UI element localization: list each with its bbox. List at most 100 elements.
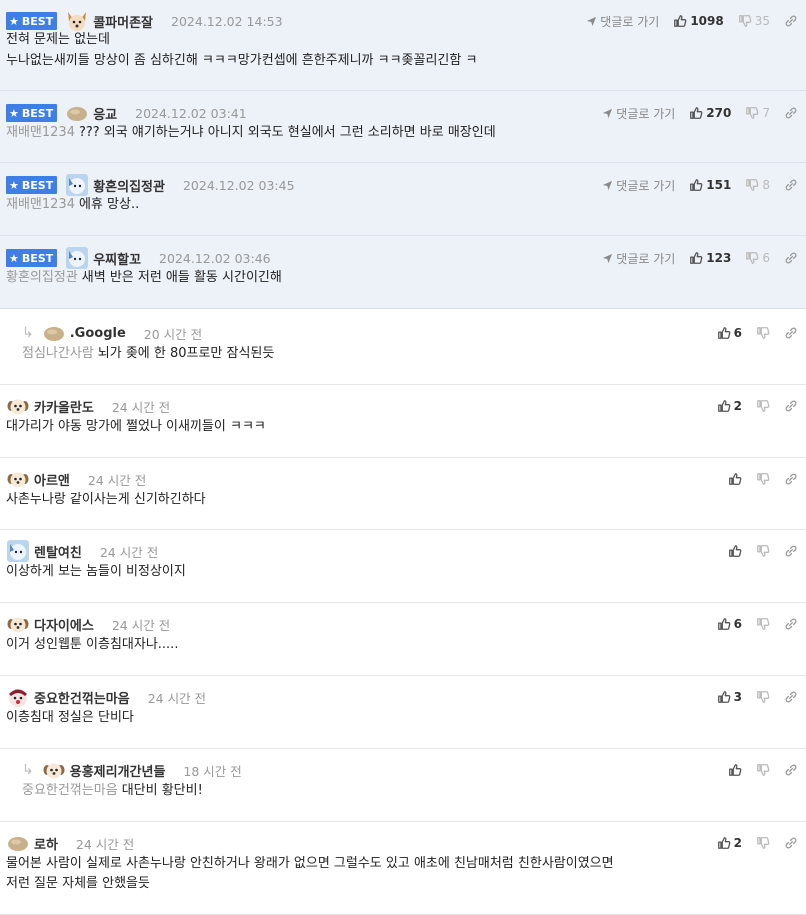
comment-line: 누나없는새끼들 망상이 좀 심하긴해 ㅋㅋㅋ망가컨셉에 흔한주제니까 ㅋㅋ좆꼴리… — [6, 53, 478, 68]
comment-item: ★ BEST 응교 2024.12.02 03:41 댓글로 가기 270 7 재배맨1234… — [0, 91, 806, 163]
puppy-avatar[interactable] — [6, 612, 30, 636]
like-button[interactable] — [728, 472, 742, 486]
link-button[interactable] — [784, 617, 798, 631]
like-button[interactable]: 3 — [717, 690, 742, 704]
best-badge-label: BEST — [21, 106, 54, 120]
comment-list: ★ BEST 콜파머존잘 2024.12.02 14:53 댓글로 가기 1098 35 전혀… — [0, 0, 806, 915]
dislike-button[interactable] — [756, 690, 770, 704]
thumbs-up-icon — [689, 251, 703, 265]
comment-line: 이상하게 보는 놈들이 비정상이지 — [6, 564, 186, 579]
dislike-button[interactable] — [756, 763, 770, 777]
comment-text: 점심나간사람 뇌가 좆에 한 80프로만 잠식된듯 — [22, 343, 798, 364]
link-button[interactable] — [784, 836, 798, 850]
comment-item: 카카올란도 24 시간 전 2 대가리가 야동 망가에 쩔었나 이새끼들이 ㅋㅋㅋ — [0, 385, 806, 458]
dislike-button[interactable] — [756, 326, 770, 340]
link-button[interactable] — [784, 399, 798, 413]
comment-item: 아르앤 24 시간 전 사촌누나랑 같이사는게 신기하긴하다 — [0, 458, 806, 530]
mention-nickname[interactable]: 점심나간사람 — [22, 346, 94, 361]
reply-goto-label: 댓글로 가기 — [600, 14, 660, 29]
like-button[interactable]: 270 — [689, 106, 731, 120]
nickname[interactable]: 응교 — [93, 104, 117, 123]
mention-nickname[interactable]: 재배맨1234 — [6, 197, 75, 212]
nickname[interactable]: 다자이에스 — [34, 615, 94, 634]
nickname[interactable]: .Google — [70, 326, 126, 341]
reply-goto-link[interactable]: 댓글로 가기 — [602, 105, 675, 122]
dislike-button[interactable]: 6 — [745, 251, 770, 265]
nickname[interactable]: 렌탈여친 — [34, 542, 82, 561]
dislike-button[interactable] — [756, 544, 770, 558]
reply-goto-link[interactable]: 댓글로 가기 — [586, 13, 659, 30]
puppy-avatar[interactable] — [6, 467, 30, 491]
dislike-button[interactable] — [756, 617, 770, 631]
link-button[interactable] — [784, 763, 798, 777]
timestamp: 24 시간 전 — [99, 544, 159, 560]
send-icon — [586, 16, 600, 27]
dislike-button[interactable] — [756, 836, 770, 850]
link-button[interactable] — [784, 690, 798, 704]
like-button[interactable]: 1098 — [673, 14, 724, 28]
nickname[interactable]: 콜파머존잘 — [93, 12, 153, 31]
link-icon — [784, 690, 798, 704]
link-button[interactable] — [784, 326, 798, 340]
link-button[interactable] — [784, 544, 798, 558]
comment-line: 전혀 문제는 없는데 — [6, 32, 110, 47]
mention-nickname[interactable]: 재배맨1234 — [6, 125, 75, 140]
comment-line: 뇌가 좆에 한 80프로만 잠식된듯 — [97, 346, 275, 361]
nickname[interactable]: 로하 — [34, 834, 58, 853]
comment-text: 이층침대 정실은 단비다 — [6, 707, 798, 728]
link-button[interactable] — [784, 178, 798, 192]
nickname[interactable]: 카카올란도 — [34, 397, 94, 416]
clown-avatar[interactable] — [6, 685, 30, 709]
like-button[interactable]: 151 — [689, 178, 731, 192]
like-count: 123 — [706, 251, 732, 265]
nickname[interactable]: 황혼의집정관 — [93, 176, 165, 195]
link-button[interactable] — [784, 472, 798, 486]
like-button[interactable]: 6 — [717, 617, 742, 631]
puppy-avatar[interactable] — [42, 758, 66, 782]
like-count: 3 — [733, 690, 742, 704]
comment-line: 이층침대 정실은 단비다 — [6, 710, 134, 725]
timestamp: 18 시간 전 — [183, 763, 242, 779]
bluedog-avatar[interactable] — [6, 539, 30, 563]
thumbs-down-icon — [745, 106, 759, 120]
like-button[interactable]: 2 — [717, 399, 742, 413]
timestamp: 2024.12.02 03:45 — [182, 177, 295, 193]
like-button[interactable]: 123 — [689, 251, 731, 265]
reply-goto-label: 댓글로 가기 — [616, 251, 676, 266]
potato-avatar[interactable] — [6, 831, 30, 855]
potato-avatar[interactable] — [42, 321, 66, 345]
like-button[interactable]: 6 — [717, 326, 742, 340]
reply-goto-link[interactable]: 댓글로 가기 — [602, 250, 675, 267]
like-button[interactable] — [728, 763, 742, 777]
dislike-button[interactable]: 8 — [745, 178, 770, 192]
nickname[interactable]: 우찌할꼬 — [93, 249, 141, 268]
reply-arrow-icon: ↳ — [22, 325, 34, 341]
reply-arrow-icon: ↳ — [22, 762, 34, 778]
link-button[interactable] — [784, 106, 798, 120]
nickname[interactable]: 중요한건꺾는마음 — [34, 688, 130, 707]
dislike-count: 6 — [762, 251, 770, 265]
nickname[interactable]: 아르앤 — [34, 470, 70, 489]
puppy-avatar[interactable] — [6, 394, 30, 418]
dislike-button[interactable]: 7 — [745, 106, 770, 120]
thumbs-up-icon — [717, 399, 731, 413]
like-button[interactable] — [728, 544, 742, 558]
comment-text: 이상하게 보는 놈들이 비정상이지 — [6, 561, 798, 582]
link-icon — [784, 617, 798, 631]
reply-goto-link[interactable]: 댓글로 가기 — [602, 177, 675, 194]
dislike-button[interactable] — [756, 472, 770, 486]
link-button[interactable] — [784, 251, 798, 265]
link-button[interactable] — [784, 14, 798, 28]
like-button[interactable]: 2 — [717, 836, 742, 850]
dislike-count: 8 — [762, 178, 770, 192]
mention-nickname[interactable]: 황혼의집정관 — [6, 270, 78, 285]
nickname[interactable]: 용홍제리개간년들 — [70, 761, 166, 780]
dislike-button[interactable]: 35 — [738, 14, 770, 28]
link-icon — [784, 399, 798, 413]
dislike-button[interactable] — [756, 399, 770, 413]
comment-item: 렌탈여친 24 시간 전이상하게 보는 놈들이 비정상이지 — [0, 530, 806, 603]
timestamp: 24 시간 전 — [75, 836, 135, 852]
mention-nickname[interactable]: 중요한건꺾는마음 — [22, 783, 118, 798]
comment-text: 사촌누나랑 같이사는게 신기하긴하다 — [6, 489, 798, 510]
comment-line: ??? 외국 얘기하는거냐 아니지 외국도 현실에서 그런 소리하면 바로 매장… — [78, 125, 496, 140]
